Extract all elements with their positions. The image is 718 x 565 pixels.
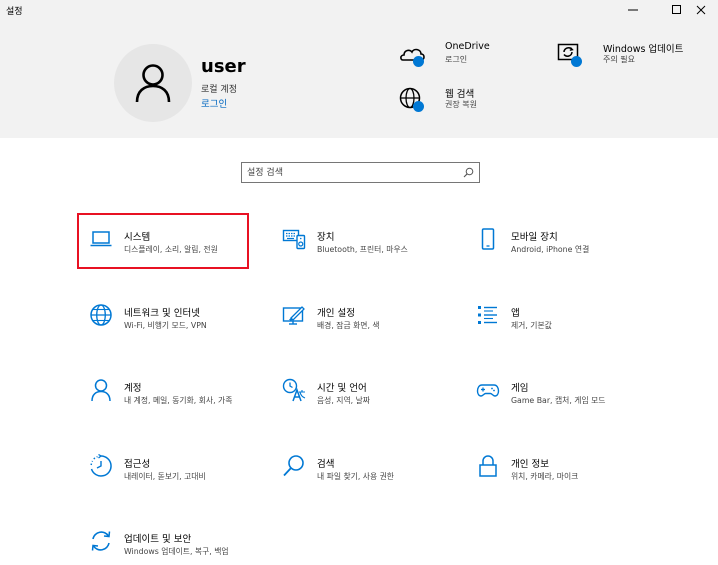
category-gaming[interactable]: 게임 Game Bar, 캡처, 게임 모드 xyxy=(464,364,636,420)
category-description: Windows 업데이트, 복구, 백업 xyxy=(124,547,229,556)
category-description: Android, iPhone 연결 xyxy=(511,245,590,254)
category-time-language[interactable]: 시간 및 언어 음성, 지역, 날짜 xyxy=(270,364,442,420)
accessibility-timer-icon xyxy=(90,454,112,477)
apps-list-icon xyxy=(478,306,497,324)
category-description: Bluetooth, 프린터, 마우스 xyxy=(317,245,408,254)
category-network-internet[interactable]: 네트워크 및 인터넷 Wi-Fi, 비행기 모드, VPN xyxy=(77,289,249,345)
search-icon[interactable] xyxy=(463,167,474,178)
category-title: 개인 설정 xyxy=(317,308,355,319)
category-devices[interactable]: 장치 Bluetooth, 프린터, 마우스 xyxy=(270,213,442,269)
category-title: 앱 xyxy=(511,308,520,319)
category-title: 계정 xyxy=(124,383,142,394)
person-icon xyxy=(91,379,111,402)
phone-icon xyxy=(481,228,495,250)
category-title: 네트워크 및 인터넷 xyxy=(124,308,200,319)
sync-arrows-icon xyxy=(91,531,111,551)
header-item-onedrive[interactable]: OneDrive 로그인 xyxy=(399,41,539,71)
signin-link[interactable]: 로그인 xyxy=(201,96,227,110)
category-title: 접근성 xyxy=(124,459,151,470)
category-search[interactable]: 검색 내 파일 찾기, 사용 권한 xyxy=(270,440,442,496)
close-icon xyxy=(696,5,706,15)
gamepad-icon xyxy=(476,384,500,397)
onedrive-title: OneDrive xyxy=(445,41,490,52)
network-globe-icon xyxy=(90,304,112,326)
close-button[interactable] xyxy=(684,0,718,20)
title-bar: 설정 xyxy=(0,0,718,20)
search-input[interactable] xyxy=(242,163,457,182)
category-description: 디스플레이, 소리, 알림, 전원 xyxy=(124,245,218,254)
category-title: 업데이트 및 보안 xyxy=(124,534,192,545)
maximize-icon xyxy=(672,5,681,14)
header-item-web-search[interactable]: 웹 검색 권장 복원 xyxy=(399,86,539,116)
category-update-security[interactable]: 업데이트 및 보안 Windows 업데이트, 복구, 백업 xyxy=(77,515,249,565)
category-title: 게임 xyxy=(511,383,529,394)
status-dot-icon xyxy=(571,56,582,67)
category-description: 위치, 카메라, 마이크 xyxy=(511,472,579,481)
category-description: 제거, 기본값 xyxy=(511,321,552,330)
account-header: user 로컬 계정 로그인 OneDrive 로그인 Windows 업데이트… xyxy=(0,20,718,138)
onedrive-subtitle: 로그인 xyxy=(445,55,468,64)
web-search-subtitle: 권장 복원 xyxy=(445,100,477,109)
category-description: 내 파일 찾기, 사용 권한 xyxy=(317,472,394,481)
category-description: 내레이터, 돋보기, 고대비 xyxy=(124,472,206,481)
category-title: 장치 xyxy=(317,232,335,243)
windows-update-subtitle: 주의 필요 xyxy=(603,55,635,64)
category-description: Game Bar, 캡처, 게임 모드 xyxy=(511,396,606,405)
category-accounts[interactable]: 계정 내 계정, 메일, 동기화, 회사, 가족 xyxy=(77,364,249,420)
category-title: 검색 xyxy=(317,459,335,470)
time-language-icon xyxy=(282,378,306,402)
lock-icon xyxy=(479,455,497,477)
avatar[interactable] xyxy=(114,44,192,122)
settings-search-box[interactable] xyxy=(241,162,480,183)
status-dot-icon xyxy=(413,101,424,112)
category-title: 개인 정보 xyxy=(511,459,549,470)
category-apps[interactable]: 앱 제거, 기본값 xyxy=(464,289,636,345)
category-personalization[interactable]: 개인 설정 배경, 잠금 화면, 색 xyxy=(270,289,442,345)
category-description: 내 계정, 메일, 동기화, 회사, 가족 xyxy=(124,396,233,405)
account-type: 로컬 계정 xyxy=(201,85,237,95)
minimize-icon xyxy=(628,9,638,11)
window-title: 설정 xyxy=(6,7,23,17)
windows-update-title: Windows 업데이트 xyxy=(603,44,684,55)
category-system[interactable]: 시스템 디스플레이, 소리, 알림, 전원 xyxy=(77,213,249,269)
web-search-title: 웹 검색 xyxy=(445,89,475,100)
category-privacy[interactable]: 개인 정보 위치, 카메라, 마이크 xyxy=(464,440,636,496)
category-title: 시스템 xyxy=(124,232,151,243)
personalization-icon xyxy=(282,306,305,325)
devices-icon xyxy=(282,229,306,250)
laptop-icon xyxy=(90,231,112,247)
category-description: 배경, 잠금 화면, 색 xyxy=(317,321,380,330)
account-username: user xyxy=(201,56,246,77)
category-title: 모바일 장치 xyxy=(511,232,558,243)
category-accessibility[interactable]: 접근성 내레이터, 돋보기, 고대비 xyxy=(77,440,249,496)
category-description: 음성, 지역, 날짜 xyxy=(317,396,370,405)
category-mobile-devices[interactable]: 모바일 장치 Android, iPhone 연결 xyxy=(464,213,636,269)
category-title: 시간 및 언어 xyxy=(317,383,367,394)
header-item-windows-update[interactable]: Windows 업데이트 주의 필요 xyxy=(557,41,707,71)
minimize-button[interactable] xyxy=(616,0,650,20)
user-silhouette-icon xyxy=(135,64,171,103)
magnifier-icon xyxy=(283,455,304,477)
status-dot-icon xyxy=(413,56,424,67)
category-description: Wi-Fi, 비행기 모드, VPN xyxy=(124,321,207,330)
